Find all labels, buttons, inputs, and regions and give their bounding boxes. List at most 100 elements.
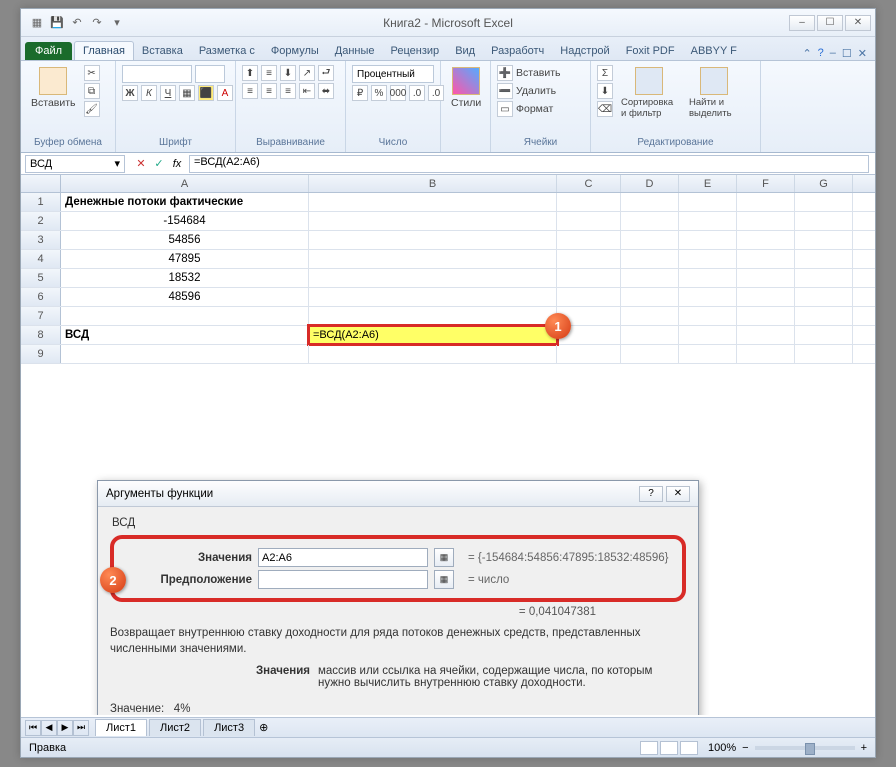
row-header[interactable]: 5	[21, 269, 61, 287]
enter-formula-icon[interactable]: ✓	[151, 156, 167, 172]
tab-developer[interactable]: Разработч	[483, 42, 552, 60]
tab-foxit[interactable]: Foxit PDF	[618, 42, 683, 60]
bold-icon[interactable]: Ж	[122, 85, 138, 101]
cell-a5[interactable]: 18532	[61, 269, 309, 287]
fx-icon[interactable]: fx	[169, 156, 185, 172]
sheet-tab-3[interactable]: Лист3	[203, 719, 255, 736]
styles-button[interactable]: Стили	[447, 65, 485, 111]
new-sheet-icon[interactable]: ⊕	[259, 721, 268, 734]
cell-a4[interactable]: 47895	[61, 250, 309, 268]
tab-insert[interactable]: Вставка	[134, 42, 191, 60]
row-header[interactable]: 8	[21, 326, 61, 344]
cell-a8[interactable]: ВСД	[61, 326, 309, 344]
close-button[interactable]: ✕	[845, 15, 871, 31]
copy-icon[interactable]: ⧉	[84, 83, 100, 99]
qat-dropdown-icon[interactable]: ▾	[109, 15, 125, 31]
underline-icon[interactable]: Ч	[160, 85, 176, 101]
doc-close-icon[interactable]: ✕	[858, 47, 867, 60]
font-size-select[interactable]	[195, 65, 225, 83]
view-page-break-icon[interactable]	[680, 741, 698, 755]
border-icon[interactable]: ▦	[179, 85, 195, 101]
help-icon[interactable]: ?	[818, 47, 824, 60]
ribbon-minimize-icon[interactable]: ⌃	[802, 47, 811, 60]
sheet-nav-first-icon[interactable]: ⏮	[25, 720, 41, 736]
col-header-e[interactable]: E	[679, 175, 737, 192]
inc-decimal-icon[interactable]: .0	[409, 85, 425, 101]
tab-home[interactable]: Главная	[74, 41, 134, 60]
file-tab[interactable]: Файл	[25, 42, 72, 60]
currency-icon[interactable]: ₽	[352, 85, 368, 101]
insert-cells-icon[interactable]: ➕	[497, 65, 513, 81]
clear-icon[interactable]: ⌫	[597, 101, 613, 117]
sheet-nav-prev-icon[interactable]: ◀	[41, 720, 57, 736]
align-top-icon[interactable]: ⬆	[242, 65, 258, 81]
redo-icon[interactable]: ↷	[89, 15, 105, 31]
row-header[interactable]: 2	[21, 212, 61, 230]
tab-data[interactable]: Данные	[327, 42, 383, 60]
arg-guess-input[interactable]	[258, 570, 428, 589]
format-cells-icon[interactable]: ▭	[497, 101, 513, 117]
arg-values-picker-icon[interactable]: ▦	[434, 548, 454, 567]
row-header[interactable]: 3	[21, 231, 61, 249]
col-header-c[interactable]: C	[557, 175, 621, 192]
view-normal-icon[interactable]	[640, 741, 658, 755]
zoom-in-icon[interactable]: +	[861, 742, 867, 754]
zoom-slider[interactable]	[755, 746, 855, 750]
col-header-g[interactable]: G	[795, 175, 853, 192]
format-painter-icon[interactable]: 🖌	[84, 101, 100, 117]
font-name-select[interactable]	[122, 65, 192, 83]
maximize-button[interactable]: ☐	[817, 15, 843, 31]
fill-icon[interactable]: ⬇	[597, 83, 613, 99]
delete-cells-label[interactable]: Удалить	[516, 85, 556, 97]
name-box-dropdown-icon[interactable]: ▾	[114, 157, 120, 170]
dialog-close-icon[interactable]: ✕	[666, 486, 690, 502]
align-middle-icon[interactable]: ≡	[261, 65, 277, 81]
paste-button[interactable]: Вставить	[27, 65, 80, 111]
autosum-icon[interactable]: Σ	[597, 65, 613, 81]
row-header[interactable]: 1	[21, 193, 61, 211]
cell-a3[interactable]: 54856	[61, 231, 309, 249]
cut-icon[interactable]: ✂	[84, 65, 100, 81]
wrap-text-icon[interactable]: ⮐	[318, 65, 334, 81]
zoom-out-icon[interactable]: −	[742, 742, 748, 754]
sheet-nav-next-icon[interactable]: ▶	[57, 720, 73, 736]
align-left-icon[interactable]: ≡	[242, 83, 258, 99]
undo-icon[interactable]: ↶	[69, 15, 85, 31]
align-right-icon[interactable]: ≡	[280, 83, 296, 99]
tab-formulas[interactable]: Формулы	[263, 42, 327, 60]
delete-cells-icon[interactable]: ➖	[497, 83, 513, 99]
italic-icon[interactable]: К	[141, 85, 157, 101]
arg-guess-picker-icon[interactable]: ▦	[434, 570, 454, 589]
fill-color-icon[interactable]: ⬛	[198, 85, 214, 101]
cell-a6[interactable]: 48596	[61, 288, 309, 306]
sheet-tab-2[interactable]: Лист2	[149, 719, 201, 736]
tab-view[interactable]: Вид	[447, 42, 483, 60]
cancel-formula-icon[interactable]: ✕	[133, 156, 149, 172]
align-bottom-icon[interactable]: ⬇	[280, 65, 296, 81]
minimize-button[interactable]: –	[789, 15, 815, 31]
merge-icon[interactable]: ⬌	[318, 83, 334, 99]
doc-minimize-icon[interactable]: –	[830, 47, 836, 60]
zoom-value[interactable]: 100%	[708, 742, 736, 754]
sort-filter-button[interactable]: Сортировка и фильтр	[617, 65, 681, 121]
col-header-a[interactable]: A	[61, 175, 309, 192]
row-header[interactable]: 4	[21, 250, 61, 268]
col-header-f[interactable]: F	[737, 175, 795, 192]
col-header-d[interactable]: D	[621, 175, 679, 192]
row-header[interactable]: 7	[21, 307, 61, 325]
tab-abbyy[interactable]: ABBYY F	[683, 42, 745, 60]
cell-b8-active[interactable]: =ВСД(A2:A6)	[309, 326, 557, 344]
name-box[interactable]: ВСД ▾	[25, 155, 125, 173]
align-center-icon[interactable]: ≡	[261, 83, 277, 99]
col-header-b[interactable]: B	[309, 175, 557, 192]
comma-icon[interactable]: 000	[390, 85, 406, 101]
font-color-icon[interactable]: A	[217, 85, 233, 101]
save-icon[interactable]: 💾	[49, 15, 65, 31]
row-header[interactable]: 6	[21, 288, 61, 306]
view-page-layout-icon[interactable]	[660, 741, 678, 755]
arg-values-input[interactable]	[258, 548, 428, 567]
cell-a2[interactable]: -154684	[61, 212, 309, 230]
insert-cells-label[interactable]: Вставить	[516, 67, 561, 79]
tab-layout[interactable]: Разметка с	[191, 42, 263, 60]
cell-a1[interactable]: Денежные потоки фактические	[61, 193, 309, 211]
